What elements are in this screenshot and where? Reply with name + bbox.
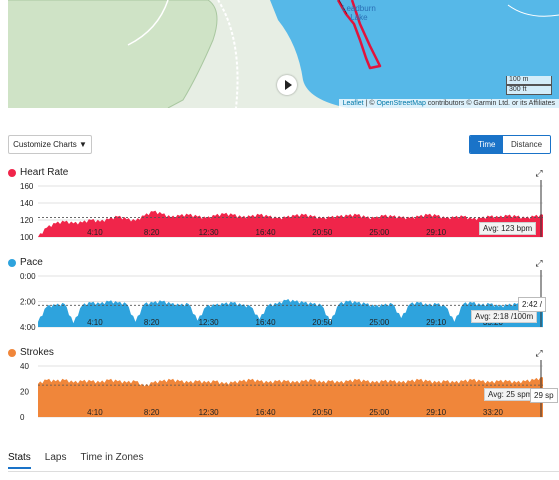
y-tick-label: 0 bbox=[20, 413, 25, 422]
x-tick-label: 25:00 bbox=[369, 228, 390, 237]
heart-rate-title: Heart Rate bbox=[20, 167, 69, 178]
pace-header: Pace bbox=[8, 256, 43, 270]
time-distance-toggle: Time Distance bbox=[469, 135, 552, 154]
osm-link[interactable]: OpenStreetMap bbox=[376, 100, 425, 107]
y-tick-label: 20 bbox=[20, 388, 29, 397]
x-tick-label: 16:40 bbox=[256, 228, 277, 237]
y-tick-label: 2:00 bbox=[20, 298, 36, 307]
x-tick-label: 29:10 bbox=[426, 318, 447, 327]
x-tick-label: 20:50 bbox=[312, 228, 333, 237]
y-tick-label: 4:00 bbox=[20, 323, 36, 332]
y-tick-label: 0:00 bbox=[20, 272, 36, 281]
x-tick-label: 20:50 bbox=[312, 408, 333, 417]
y-tick-label: 140 bbox=[20, 199, 34, 208]
customize-charts-button[interactable]: Customize Charts ▼ bbox=[8, 135, 92, 154]
x-tick-label: 4:10 bbox=[87, 318, 103, 327]
x-tick-label: 20:50 bbox=[312, 318, 333, 327]
strokes-avg-label: Avg: 25 spm bbox=[484, 388, 537, 401]
heart-rate-chart[interactable]: 160 140 120 100 4:10 8:20 12:30 16:40 20:50 25:00… bbox=[0, 180, 559, 242]
tab-time-in-zones[interactable]: Time in Zones bbox=[80, 452, 143, 469]
heart-rate-legend-dot bbox=[8, 169, 16, 177]
lake-label: Leadburn Lake bbox=[342, 4, 376, 22]
x-tick-label: 12:30 bbox=[199, 408, 220, 417]
tabs-divider bbox=[8, 471, 559, 472]
x-tick-label: 33:20 bbox=[483, 408, 504, 417]
x-tick-label: 8:20 bbox=[144, 228, 160, 237]
expand-icon[interactable]: ⤢ bbox=[534, 348, 544, 358]
x-tick-label: 29:10 bbox=[426, 228, 447, 237]
x-tick-label: 25:00 bbox=[369, 408, 390, 417]
series-area bbox=[38, 376, 543, 417]
series-area bbox=[38, 299, 543, 327]
play-button[interactable] bbox=[277, 75, 297, 95]
y-tick-label: 100 bbox=[20, 233, 34, 242]
leaflet-link[interactable]: Leaflet bbox=[343, 100, 364, 107]
x-tick-label: 16:40 bbox=[256, 318, 277, 327]
strokes-header: Strokes bbox=[8, 346, 54, 360]
stats-tabs: Stats Laps Time in Zones bbox=[8, 452, 157, 469]
expand-icon[interactable]: ⤢ bbox=[534, 258, 544, 268]
strokes-title: Strokes bbox=[20, 347, 54, 358]
y-tick-label: 160 bbox=[20, 182, 34, 191]
x-tick-label: 4:10 bbox=[87, 228, 103, 237]
strokes-legend-dot bbox=[8, 349, 16, 357]
x-tick-label: 16:40 bbox=[256, 408, 277, 417]
x-tick-label: 8:20 bbox=[144, 408, 160, 417]
heart-rate-header: Heart Rate bbox=[8, 166, 68, 180]
x-tick-label: 12:30 bbox=[199, 318, 220, 327]
toggle-distance[interactable]: Distance bbox=[503, 136, 551, 153]
y-tick-label: 40 bbox=[20, 362, 29, 371]
heart-rate-avg-label: Avg: 123 bpm bbox=[479, 222, 537, 235]
map-attribution: Leaflet | © OpenStreetMap contributors ©… bbox=[338, 99, 559, 108]
x-tick-label: 4:10 bbox=[87, 408, 103, 417]
y-tick-label: 120 bbox=[20, 216, 34, 225]
toggle-time[interactable]: Time bbox=[470, 136, 503, 153]
expand-icon[interactable]: ⤢ bbox=[534, 168, 544, 178]
pace-legend-dot bbox=[8, 259, 16, 267]
strokes-chart[interactable]: 40 20 0 4:10 8:20 12:30 16:40 20:50 25:00 29:10 33… bbox=[0, 360, 559, 422]
strokes-tooltip: 29 sp bbox=[530, 388, 558, 403]
route-map[interactable]: Leadburn Lake 100 m 300 ft Leaflet | © O… bbox=[8, 0, 559, 108]
park-area bbox=[8, 0, 217, 108]
x-tick-label: 29:10 bbox=[426, 408, 447, 417]
tab-laps[interactable]: Laps bbox=[45, 452, 67, 469]
pace-tooltip: 2:42 / bbox=[518, 297, 547, 312]
pace-title: Pace bbox=[20, 257, 43, 268]
x-tick-label: 8:20 bbox=[144, 318, 160, 327]
x-tick-label: 12:30 bbox=[199, 228, 220, 237]
x-tick-label: 25:00 bbox=[369, 318, 390, 327]
series-area bbox=[38, 210, 543, 237]
tab-stats[interactable]: Stats bbox=[8, 452, 31, 469]
map-scale: 100 m 300 ft bbox=[506, 76, 552, 95]
